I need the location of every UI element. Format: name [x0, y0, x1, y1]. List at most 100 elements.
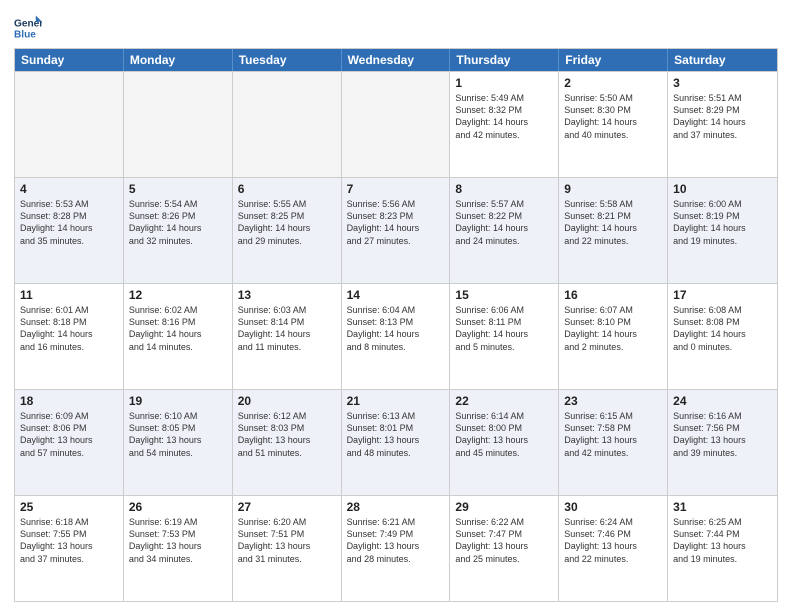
- calendar-cell: 20Sunrise: 6:12 AM Sunset: 8:03 PM Dayli…: [233, 390, 342, 495]
- day-number: 23: [564, 393, 662, 409]
- calendar-cell: 15Sunrise: 6:06 AM Sunset: 8:11 PM Dayli…: [450, 284, 559, 389]
- calendar-cell: 31Sunrise: 6:25 AM Sunset: 7:44 PM Dayli…: [668, 496, 777, 601]
- calendar-cell: 17Sunrise: 6:08 AM Sunset: 8:08 PM Dayli…: [668, 284, 777, 389]
- cell-info: Sunrise: 6:00 AM Sunset: 8:19 PM Dayligh…: [673, 198, 772, 247]
- day-number: 13: [238, 287, 336, 303]
- calendar-cell: 11Sunrise: 6:01 AM Sunset: 8:18 PM Dayli…: [15, 284, 124, 389]
- calendar-cell: 26Sunrise: 6:19 AM Sunset: 7:53 PM Dayli…: [124, 496, 233, 601]
- day-number: 20: [238, 393, 336, 409]
- day-number: 24: [673, 393, 772, 409]
- day-number: 17: [673, 287, 772, 303]
- day-number: 5: [129, 181, 227, 197]
- calendar: SundayMondayTuesdayWednesdayThursdayFrid…: [14, 48, 778, 602]
- calendar-cell: 24Sunrise: 6:16 AM Sunset: 7:56 PM Dayli…: [668, 390, 777, 495]
- day-number: 29: [455, 499, 553, 515]
- cell-info: Sunrise: 6:04 AM Sunset: 8:13 PM Dayligh…: [347, 304, 445, 353]
- calendar-header-cell: Friday: [559, 49, 668, 71]
- calendar-cell: 6Sunrise: 5:55 AM Sunset: 8:25 PM Daylig…: [233, 178, 342, 283]
- cell-info: Sunrise: 6:16 AM Sunset: 7:56 PM Dayligh…: [673, 410, 772, 459]
- cell-info: Sunrise: 5:55 AM Sunset: 8:25 PM Dayligh…: [238, 198, 336, 247]
- generalblue-logo-icon: General Blue: [14, 14, 42, 42]
- cell-info: Sunrise: 5:58 AM Sunset: 8:21 PM Dayligh…: [564, 198, 662, 247]
- day-number: 21: [347, 393, 445, 409]
- calendar-cell: 27Sunrise: 6:20 AM Sunset: 7:51 PM Dayli…: [233, 496, 342, 601]
- calendar-header-cell: Thursday: [450, 49, 559, 71]
- cell-info: Sunrise: 6:19 AM Sunset: 7:53 PM Dayligh…: [129, 516, 227, 565]
- calendar-cell: 18Sunrise: 6:09 AM Sunset: 8:06 PM Dayli…: [15, 390, 124, 495]
- calendar-row: 11Sunrise: 6:01 AM Sunset: 8:18 PM Dayli…: [15, 283, 777, 389]
- cell-info: Sunrise: 6:08 AM Sunset: 8:08 PM Dayligh…: [673, 304, 772, 353]
- cell-info: Sunrise: 5:50 AM Sunset: 8:30 PM Dayligh…: [564, 92, 662, 141]
- cell-info: Sunrise: 6:24 AM Sunset: 7:46 PM Dayligh…: [564, 516, 662, 565]
- cell-info: Sunrise: 6:18 AM Sunset: 7:55 PM Dayligh…: [20, 516, 118, 565]
- calendar-cell: 12Sunrise: 6:02 AM Sunset: 8:16 PM Dayli…: [124, 284, 233, 389]
- cell-info: Sunrise: 5:49 AM Sunset: 8:32 PM Dayligh…: [455, 92, 553, 141]
- calendar-cell: 10Sunrise: 6:00 AM Sunset: 8:19 PM Dayli…: [668, 178, 777, 283]
- day-number: 30: [564, 499, 662, 515]
- calendar-cell-empty: [233, 72, 342, 177]
- cell-info: Sunrise: 6:22 AM Sunset: 7:47 PM Dayligh…: [455, 516, 553, 565]
- cell-info: Sunrise: 6:13 AM Sunset: 8:01 PM Dayligh…: [347, 410, 445, 459]
- day-number: 18: [20, 393, 118, 409]
- cell-info: Sunrise: 6:20 AM Sunset: 7:51 PM Dayligh…: [238, 516, 336, 565]
- cell-info: Sunrise: 5:54 AM Sunset: 8:26 PM Dayligh…: [129, 198, 227, 247]
- cell-info: Sunrise: 5:56 AM Sunset: 8:23 PM Dayligh…: [347, 198, 445, 247]
- day-number: 28: [347, 499, 445, 515]
- day-number: 11: [20, 287, 118, 303]
- day-number: 10: [673, 181, 772, 197]
- calendar-cell: 19Sunrise: 6:10 AM Sunset: 8:05 PM Dayli…: [124, 390, 233, 495]
- cell-info: Sunrise: 6:10 AM Sunset: 8:05 PM Dayligh…: [129, 410, 227, 459]
- calendar-cell: 22Sunrise: 6:14 AM Sunset: 8:00 PM Dayli…: [450, 390, 559, 495]
- day-number: 15: [455, 287, 553, 303]
- cell-info: Sunrise: 6:09 AM Sunset: 8:06 PM Dayligh…: [20, 410, 118, 459]
- cell-info: Sunrise: 6:06 AM Sunset: 8:11 PM Dayligh…: [455, 304, 553, 353]
- cell-info: Sunrise: 6:07 AM Sunset: 8:10 PM Dayligh…: [564, 304, 662, 353]
- calendar-header-cell: Wednesday: [342, 49, 451, 71]
- day-number: 8: [455, 181, 553, 197]
- cell-info: Sunrise: 5:51 AM Sunset: 8:29 PM Dayligh…: [673, 92, 772, 141]
- calendar-cell: 9Sunrise: 5:58 AM Sunset: 8:21 PM Daylig…: [559, 178, 668, 283]
- day-number: 12: [129, 287, 227, 303]
- svg-text:Blue: Blue: [14, 29, 36, 40]
- calendar-header-cell: Saturday: [668, 49, 777, 71]
- calendar-cell: 8Sunrise: 5:57 AM Sunset: 8:22 PM Daylig…: [450, 178, 559, 283]
- calendar-cell: 23Sunrise: 6:15 AM Sunset: 7:58 PM Dayli…: [559, 390, 668, 495]
- calendar-cell: 5Sunrise: 5:54 AM Sunset: 8:26 PM Daylig…: [124, 178, 233, 283]
- calendar-cell: 13Sunrise: 6:03 AM Sunset: 8:14 PM Dayli…: [233, 284, 342, 389]
- day-number: 25: [20, 499, 118, 515]
- calendar-cell-empty: [342, 72, 451, 177]
- day-number: 7: [347, 181, 445, 197]
- calendar-header-row: SundayMondayTuesdayWednesdayThursdayFrid…: [15, 49, 777, 71]
- day-number: 26: [129, 499, 227, 515]
- calendar-cell: 21Sunrise: 6:13 AM Sunset: 8:01 PM Dayli…: [342, 390, 451, 495]
- logo: General Blue: [14, 14, 44, 42]
- cell-info: Sunrise: 6:15 AM Sunset: 7:58 PM Dayligh…: [564, 410, 662, 459]
- calendar-cell: 25Sunrise: 6:18 AM Sunset: 7:55 PM Dayli…: [15, 496, 124, 601]
- day-number: 22: [455, 393, 553, 409]
- calendar-cell: 30Sunrise: 6:24 AM Sunset: 7:46 PM Dayli…: [559, 496, 668, 601]
- calendar-cell: 3Sunrise: 5:51 AM Sunset: 8:29 PM Daylig…: [668, 72, 777, 177]
- cell-info: Sunrise: 6:03 AM Sunset: 8:14 PM Dayligh…: [238, 304, 336, 353]
- calendar-cell: 16Sunrise: 6:07 AM Sunset: 8:10 PM Dayli…: [559, 284, 668, 389]
- calendar-cell: 14Sunrise: 6:04 AM Sunset: 8:13 PM Dayli…: [342, 284, 451, 389]
- cell-info: Sunrise: 5:53 AM Sunset: 8:28 PM Dayligh…: [20, 198, 118, 247]
- page: General Blue SundayMondayTuesdayWednesda…: [0, 0, 792, 612]
- day-number: 16: [564, 287, 662, 303]
- cell-info: Sunrise: 6:25 AM Sunset: 7:44 PM Dayligh…: [673, 516, 772, 565]
- cell-info: Sunrise: 6:21 AM Sunset: 7:49 PM Dayligh…: [347, 516, 445, 565]
- day-number: 19: [129, 393, 227, 409]
- calendar-cell: 7Sunrise: 5:56 AM Sunset: 8:23 PM Daylig…: [342, 178, 451, 283]
- calendar-header-cell: Monday: [124, 49, 233, 71]
- day-number: 27: [238, 499, 336, 515]
- calendar-row: 18Sunrise: 6:09 AM Sunset: 8:06 PM Dayli…: [15, 389, 777, 495]
- header: General Blue: [14, 10, 778, 42]
- calendar-cell: 4Sunrise: 5:53 AM Sunset: 8:28 PM Daylig…: [15, 178, 124, 283]
- day-number: 2: [564, 75, 662, 91]
- calendar-cell: 28Sunrise: 6:21 AM Sunset: 7:49 PM Dayli…: [342, 496, 451, 601]
- cell-info: Sunrise: 5:57 AM Sunset: 8:22 PM Dayligh…: [455, 198, 553, 247]
- day-number: 3: [673, 75, 772, 91]
- day-number: 6: [238, 181, 336, 197]
- calendar-header-cell: Sunday: [15, 49, 124, 71]
- calendar-cell: 29Sunrise: 6:22 AM Sunset: 7:47 PM Dayli…: [450, 496, 559, 601]
- calendar-cell: 2Sunrise: 5:50 AM Sunset: 8:30 PM Daylig…: [559, 72, 668, 177]
